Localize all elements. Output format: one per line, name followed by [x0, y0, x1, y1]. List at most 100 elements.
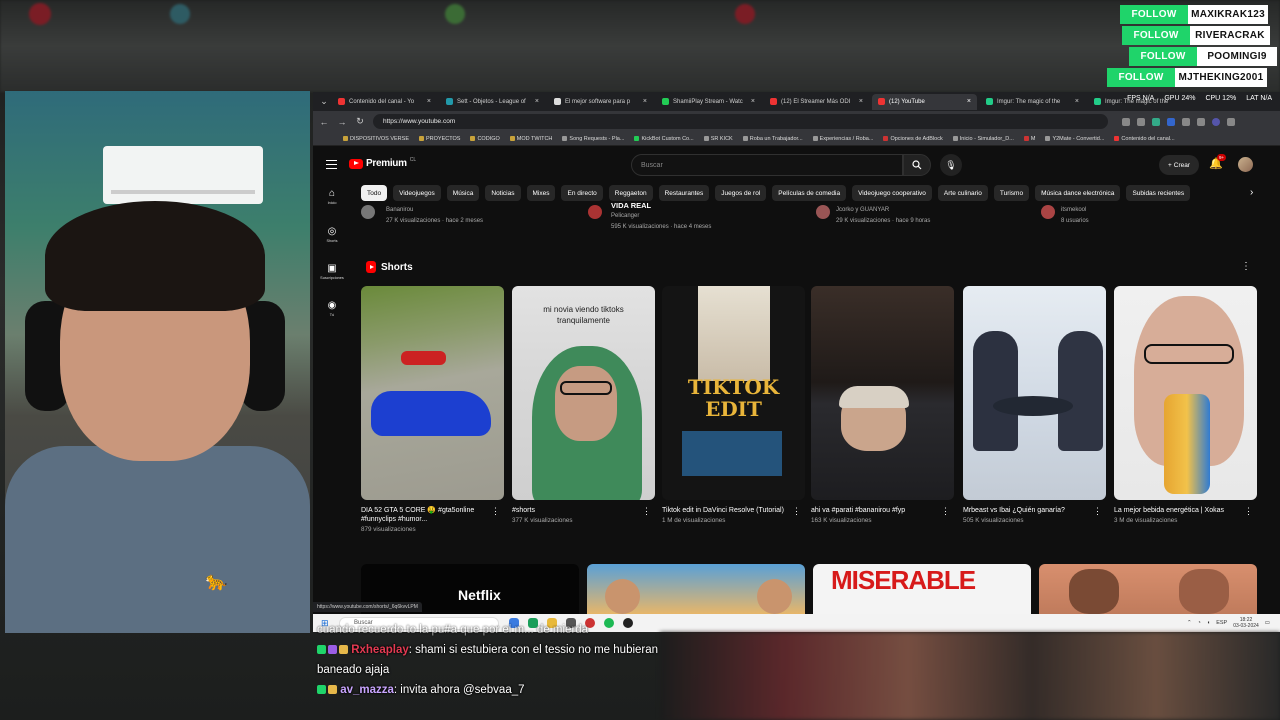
bookmark[interactable]: SR KICK — [703, 136, 733, 142]
sidebar-item-shorts[interactable]: ◎ Shorts — [313, 227, 351, 244]
short-title[interactable]: Mrbeast vs Ibai ¿Quién ganaría? — [963, 506, 1088, 515]
bookmark[interactable]: Y2Mate - Convertid... — [1045, 136, 1104, 142]
chevron-right-icon[interactable]: › — [1250, 187, 1253, 198]
sidebar-icon[interactable] — [1197, 117, 1205, 126]
sidebar-item-subscriptions[interactable]: ▣ Suscripciones — [313, 264, 351, 281]
forward-icon[interactable]: → — [337, 117, 347, 127]
tab-list-icon[interactable]: ⌄ — [319, 96, 329, 107]
extension-icon[interactable] — [1152, 117, 1160, 126]
youtube-logo[interactable]: Premium CL — [349, 157, 416, 169]
browser-tab[interactable]: Imgur: The magic of the × — [980, 94, 1085, 110]
extension-icon[interactable] — [1167, 117, 1175, 126]
short-thumbnail[interactable]: mi novia viendo tiktoks tranquilamente — [512, 286, 655, 500]
short-card[interactable]: Mrbeast vs Ibai ¿Quién ganaría? 505 K vi… — [963, 286, 1106, 524]
short-thumbnail[interactable]: TIKTOK EDIT — [662, 286, 805, 500]
video-meta[interactable]: VIDA REAL Pelicanger 595 K visualizacion… — [611, 200, 711, 233]
chip[interactable]: Reggaeton — [608, 185, 653, 201]
chip-all[interactable]: Todo — [361, 185, 388, 201]
chip[interactable]: Restaurantes — [658, 185, 710, 201]
search-input[interactable]: Buscar — [631, 154, 903, 176]
more-options-icon[interactable]: ⋮ — [1241, 261, 1251, 272]
close-icon[interactable]: × — [751, 98, 755, 105]
chip[interactable]: Turismo — [993, 185, 1030, 201]
close-icon[interactable]: × — [427, 98, 431, 105]
short-title[interactable]: La mejor bebida energética | Xokas — [1114, 506, 1239, 515]
channel-avatar[interactable] — [588, 205, 602, 219]
bookmark[interactable]: Experiencias / Roba... — [812, 136, 873, 142]
more-options-icon[interactable]: ⋮ — [491, 506, 500, 517]
chip[interactable]: En directo — [561, 185, 603, 201]
short-card[interactable]: La mejor bebida energética | Xokas 3 M d… — [1114, 286, 1257, 524]
close-icon[interactable]: × — [643, 98, 647, 105]
browser-tab-active[interactable]: (12) YouTube × — [872, 93, 977, 110]
browser-tab[interactable]: Contenido del canal - Yo × — [332, 94, 437, 110]
browser-tab[interactable]: Sett - Objetos - League of × — [440, 94, 545, 110]
avatar[interactable] — [1238, 157, 1253, 172]
star-icon[interactable] — [1137, 117, 1145, 126]
close-icon[interactable]: × — [535, 98, 539, 105]
reload-icon[interactable]: ↻ — [355, 116, 365, 127]
video-thumbnail[interactable] — [587, 564, 805, 614]
notification-icon[interactable]: ▭ — [1265, 620, 1270, 626]
video-meta[interactable]: Bananirou 27 K visualizaciones · hace 2 … — [386, 205, 483, 227]
bookmark[interactable]: KickBot Custom Co... — [634, 136, 694, 142]
bookmark[interactable]: Song Requests - Pla... — [562, 136, 624, 142]
short-card[interactable]: DIA 52 GTA 5 CORE 🤑 #gta5online #funnycl… — [361, 286, 504, 533]
chip[interactable]: Videojuegos — [393, 185, 441, 201]
short-title[interactable]: ahi va #parati #bananirou #fyp — [811, 506, 936, 515]
short-title[interactable]: #shorts — [512, 506, 637, 515]
sidebar-item-home[interactable]: ⌂ Inicio — [313, 189, 351, 206]
bookmark[interactable]: CODIGO — [470, 136, 500, 142]
share-icon[interactable] — [1122, 117, 1130, 126]
bookmark[interactable]: Inicio - Simulador_D... — [952, 136, 1014, 142]
close-icon[interactable]: × — [1075, 98, 1079, 105]
bookmark[interactable]: Roba un Trabajador... — [742, 136, 803, 142]
bookmark[interactable]: MOD TWITCH — [509, 136, 552, 142]
video-meta[interactable]: itsmekool 8 usuarios — [1061, 205, 1089, 227]
short-thumbnail[interactable] — [963, 286, 1106, 500]
menu-icon[interactable] — [326, 160, 337, 169]
close-icon[interactable]: × — [967, 98, 971, 105]
sidebar-item-you[interactable]: ◉ Tú — [313, 301, 351, 318]
channel-avatar[interactable] — [816, 205, 830, 219]
chevron-up-icon[interactable]: ⌃ — [1187, 620, 1192, 626]
video-thumbnail[interactable] — [1039, 564, 1257, 614]
puzzle-icon[interactable] — [1182, 117, 1190, 126]
bookmark[interactable]: Opciones de AdBlock — [883, 136, 943, 142]
short-card[interactable]: mi novia viendo tiktoks tranquilamente #… — [512, 286, 655, 524]
chip[interactable]: Subidas recientes — [1126, 185, 1191, 201]
more-options-icon[interactable]: ⋮ — [941, 506, 950, 517]
microphone-icon[interactable]: 🎙 — [940, 154, 962, 176]
browser-tab[interactable]: (12) El Streamer Más ODI × — [764, 94, 869, 110]
volume-icon[interactable]: ◖ — [1207, 620, 1210, 626]
video-thumbnail[interactable]: MISERABLE — [813, 564, 1031, 614]
bookmark[interactable]: PROYECTOS — [419, 136, 460, 142]
browser-tab[interactable]: ShamiiPlay Stream - Watc × — [656, 94, 761, 110]
chip[interactable]: Arte culinario — [937, 185, 988, 201]
short-title[interactable]: Tiktok edit in DaVinci Resolve (Tutorial… — [662, 506, 787, 515]
clock[interactable]: 18:22 03-03-2024 — [1233, 617, 1259, 629]
video-meta[interactable]: Jcorko y GUANYAR 29 K visualizaciones · … — [836, 205, 930, 227]
chip[interactable]: Juegos de rol — [715, 185, 767, 201]
profile-icon[interactable] — [1212, 117, 1220, 126]
short-thumbnail[interactable] — [1114, 286, 1257, 500]
language-indicator[interactable]: ESP — [1216, 620, 1227, 626]
bookmark[interactable]: Contenido del canal... — [1114, 136, 1175, 142]
browser-tab[interactable]: El mejor software para p × — [548, 94, 653, 110]
more-options-icon[interactable]: ⋮ — [792, 506, 801, 517]
chip[interactable]: Noticias — [485, 185, 521, 201]
chip[interactable]: Mixes — [526, 185, 556, 201]
search-button[interactable] — [903, 154, 931, 176]
chip[interactable]: Música — [446, 185, 480, 201]
chip[interactable]: Videojuego cooperativo — [852, 185, 932, 201]
create-button[interactable]: + Crear — [1159, 155, 1199, 175]
close-icon[interactable]: × — [859, 98, 863, 105]
short-card[interactable]: TIKTOK EDIT Tiktok edit in DaVinci Resol… — [662, 286, 805, 524]
chip[interactable]: Películas de comedia — [772, 185, 847, 201]
wifi-icon[interactable]: ◔ — [1198, 620, 1201, 626]
bookmark[interactable]: M — [1023, 136, 1035, 142]
short-title[interactable]: DIA 52 GTA 5 CORE 🤑 #gta5online #funnycl… — [361, 506, 486, 524]
more-options-icon[interactable]: ⋮ — [642, 506, 651, 517]
more-options-icon[interactable]: ⋮ — [1244, 506, 1253, 517]
chip[interactable]: Música dance electrónica — [1035, 185, 1121, 201]
